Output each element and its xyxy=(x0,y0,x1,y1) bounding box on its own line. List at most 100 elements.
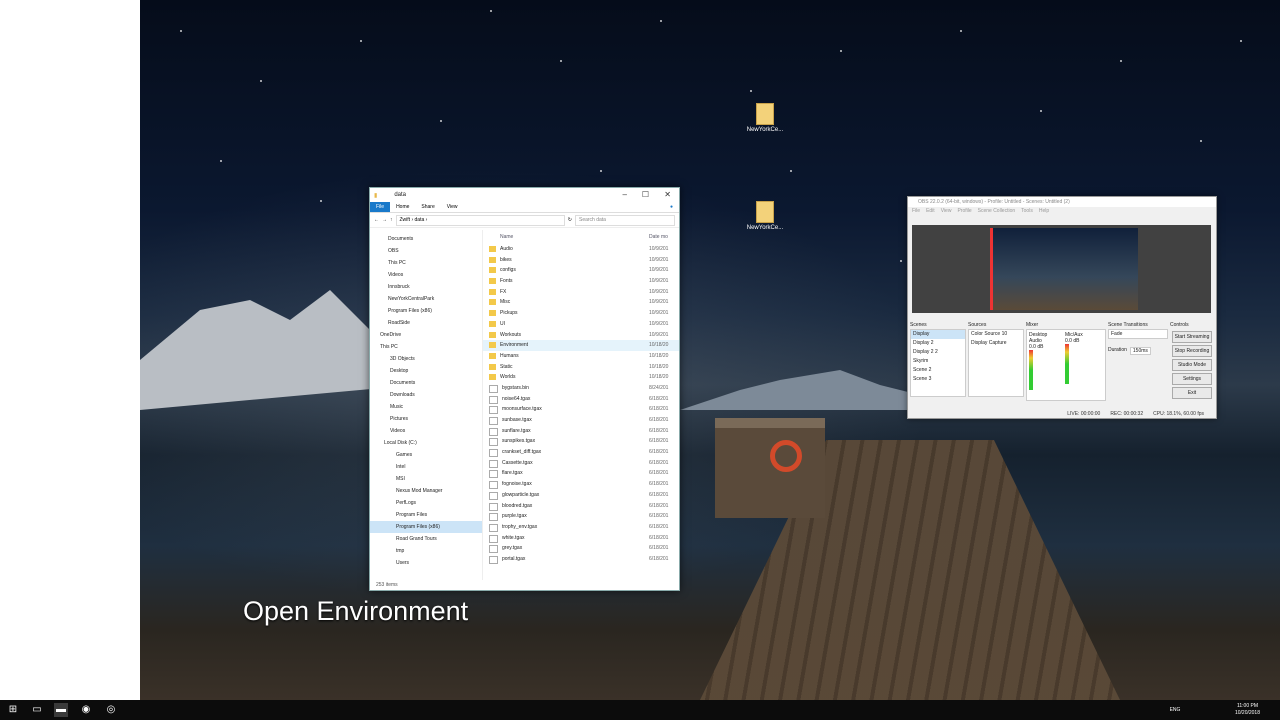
column-name-header[interactable]: Name xyxy=(500,230,649,244)
scene-item[interactable]: Display xyxy=(911,330,965,339)
tab-home[interactable]: Home xyxy=(390,204,415,210)
obs-menu-item[interactable]: Scene Collection xyxy=(978,207,1016,216)
obs-menu-item[interactable]: File xyxy=(912,207,920,216)
nav-item[interactable]: Program Files (x86) xyxy=(370,521,482,533)
nav-item[interactable]: Documents xyxy=(370,377,482,389)
file-row[interactable]: Environment 10/18/20 xyxy=(483,340,679,351)
forward-arrow-icon[interactable]: → xyxy=(382,217,387,223)
tab-file[interactable]: File xyxy=(370,202,391,212)
file-row[interactable]: noise64.tgax 6/18/201 xyxy=(483,394,679,405)
file-row[interactable]: Worlds 10/18/20 xyxy=(483,372,679,383)
file-row[interactable]: sunflare.tgax 6/18/201 xyxy=(483,426,679,437)
desktop-icon-newyorkce-1[interactable]: NewYorkCe... xyxy=(735,103,795,133)
file-row[interactable]: Audio 10/9/201 xyxy=(483,244,679,255)
nav-item[interactable]: tmp xyxy=(370,545,482,557)
obs-control-button[interactable]: Studio Mode xyxy=(1172,359,1212,371)
file-row[interactable]: purple.tgax 6/18/201 xyxy=(483,511,679,522)
file-row[interactable]: Cassette.tgax 6/18/201 xyxy=(483,458,679,469)
windows-start-icon[interactable]: ⊞ xyxy=(6,703,20,717)
scene-item[interactable]: Scene 3 xyxy=(911,375,965,384)
nav-item[interactable]: OBS xyxy=(370,245,482,257)
refresh-icon[interactable]: ↻ xyxy=(568,217,572,223)
tab-share[interactable]: Share xyxy=(415,204,440,210)
file-row[interactable]: moonsurface.tgax 6/18/201 xyxy=(483,404,679,415)
scene-item[interactable]: Skyrim xyxy=(911,357,965,366)
desktop-icon-newyorkce-2[interactable]: NewYorkCe... xyxy=(735,201,795,231)
tab-view[interactable]: View xyxy=(441,204,464,210)
nav-item[interactable]: Videos xyxy=(370,425,482,437)
file-row[interactable]: grey.tgax 6/18/201 xyxy=(483,543,679,554)
obs-window[interactable]: OBS 22.0.2 (64-bit, windows) - Profile: … xyxy=(907,196,1217,419)
nav-item[interactable]: Games xyxy=(370,449,482,461)
nav-item[interactable]: Intel xyxy=(370,461,482,473)
nav-item[interactable]: Downloads xyxy=(370,389,482,401)
file-row[interactable]: sunbase.tgax 6/18/201 xyxy=(483,415,679,426)
nav-item[interactable]: Pictures xyxy=(370,413,482,425)
file-row[interactable]: configs 10/9/201 xyxy=(483,265,679,276)
file-row[interactable]: crankset_diff.tgax 6/18/201 xyxy=(483,447,679,458)
file-row[interactable]: glowparticle.tgax 6/18/201 xyxy=(483,490,679,501)
source-item[interactable]: Color Source 10 xyxy=(969,330,1023,339)
nav-item[interactable]: Users xyxy=(370,557,482,569)
transition-select[interactable]: Fade xyxy=(1108,329,1168,339)
scene-item[interactable]: Scene 2 xyxy=(911,366,965,375)
file-row[interactable]: flare.tgax 6/18/201 xyxy=(483,468,679,479)
file-row[interactable]: trophy_env.tgax 6/18/201 xyxy=(483,522,679,533)
nav-item[interactable]: Documents xyxy=(370,233,482,245)
obs-control-button[interactable]: Start Streaming xyxy=(1172,331,1212,343)
nav-item[interactable]: 3D Objects xyxy=(370,353,482,365)
chrome-icon[interactable]: ◉ xyxy=(79,703,93,717)
file-row[interactable]: sunspikes.tgax 6/18/201 xyxy=(483,436,679,447)
obs-menu-item[interactable]: Help xyxy=(1039,207,1049,216)
file-row[interactable]: Pickups 10/9/201 xyxy=(483,308,679,319)
nav-item[interactable]: Videos xyxy=(370,269,482,281)
nav-item[interactable]: Program Files xyxy=(370,509,482,521)
search-input[interactable]: Search data xyxy=(575,214,675,226)
nav-item[interactable]: NewYorkCentralPark xyxy=(370,293,482,305)
column-date-header[interactable]: Date mo xyxy=(649,230,679,244)
obs-control-button[interactable]: Stop Recording xyxy=(1172,345,1212,357)
nav-item[interactable]: This PC xyxy=(370,341,482,353)
nav-item[interactable]: PerfLogs xyxy=(370,497,482,509)
obs-menu-item[interactable]: Edit xyxy=(926,207,935,216)
file-row[interactable]: portal.tgax 6/18/201 xyxy=(483,554,679,565)
up-arrow-icon[interactable]: ↑ xyxy=(390,217,393,223)
breadcrumb-data[interactable]: data xyxy=(415,217,425,223)
nav-item[interactable]: Local Disk (C:) xyxy=(370,437,482,449)
nav-item[interactable]: RoadSide xyxy=(370,317,482,329)
scene-item[interactable]: Display 2 2 xyxy=(911,348,965,357)
obs-menu-item[interactable]: View xyxy=(941,207,952,216)
close-button[interactable]: ✕ xyxy=(664,190,671,199)
nav-item[interactable]: Innsbruck xyxy=(370,281,482,293)
language-indicator[interactable]: ENG xyxy=(1170,707,1181,713)
nav-item[interactable]: Desktop xyxy=(370,365,482,377)
file-row[interactable]: Static 10/18/20 xyxy=(483,362,679,373)
scene-item[interactable]: Display 2 xyxy=(911,339,965,348)
minimize-button[interactable]: – xyxy=(623,190,627,199)
nav-item[interactable]: Road Grand Tours xyxy=(370,533,482,545)
address-bar[interactable]: Zwift › data › xyxy=(395,214,565,226)
file-row[interactable]: fognoise.tgax 6/18/201 xyxy=(483,479,679,490)
source-item[interactable]: Display Capture xyxy=(969,339,1023,348)
maximize-button[interactable]: ☐ xyxy=(642,190,649,199)
file-row[interactable]: FX 10/9/201 xyxy=(483,287,679,298)
file-row[interactable]: Fonts 10/9/201 xyxy=(483,276,679,287)
breadcrumb-zwift[interactable]: Zwift xyxy=(400,217,411,223)
nav-item[interactable]: Program Files (x86) xyxy=(370,305,482,317)
file-row[interactable]: bygstars.bin 8/24/201 xyxy=(483,383,679,394)
file-row[interactable]: bloodred.tgax 6/18/201 xyxy=(483,501,679,512)
file-row[interactable]: bikes 10/9/201 xyxy=(483,255,679,266)
file-explorer-taskbar-icon[interactable]: ▬ xyxy=(54,703,68,717)
nav-item[interactable]: Music xyxy=(370,401,482,413)
duration-input[interactable]: 150ms xyxy=(1129,347,1151,355)
file-row[interactable]: Misc 10/9/201 xyxy=(483,297,679,308)
nav-item[interactable]: Nexus Mod Manager xyxy=(370,485,482,497)
file-row[interactable]: UI 10/9/201 xyxy=(483,319,679,330)
obs-control-button[interactable]: Exit xyxy=(1172,387,1212,399)
nav-item[interactable]: MSI xyxy=(370,473,482,485)
obs-menu-item[interactable]: Tools xyxy=(1021,207,1033,216)
task-view-icon[interactable]: ▭ xyxy=(30,703,44,717)
file-row[interactable]: Humans 10/18/20 xyxy=(483,351,679,362)
clock[interactable]: 11:00 PM 10/20/2018 xyxy=(1235,703,1260,717)
system-tray[interactable]: ENG xyxy=(1150,703,1200,717)
